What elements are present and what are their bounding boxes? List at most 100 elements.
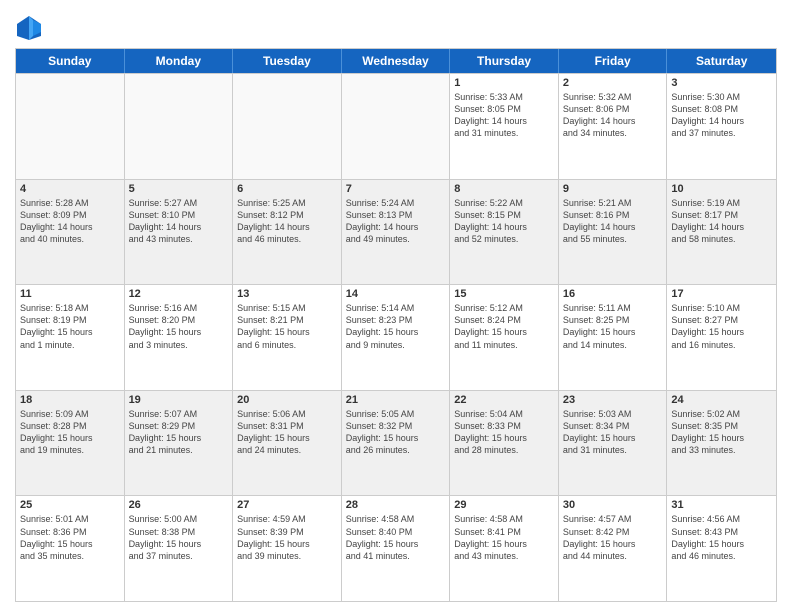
day-info: Sunrise: 5:19 AM Sunset: 8:17 PM Dayligh… <box>671 197 772 246</box>
calendar-cell: 20Sunrise: 5:06 AM Sunset: 8:31 PM Dayli… <box>233 391 342 496</box>
calendar-row: 4 Sunrise: 5:28 AM Sunset: 8:09 PM Daylig… <box>16 179 776 285</box>
calendar-cell: 5 Sunrise: 5:27 AM Sunset: 8:10 PM Daylig… <box>125 180 234 285</box>
calendar-cell: 22Sunrise: 5:04 AM Sunset: 8:33 PM Dayli… <box>450 391 559 496</box>
calendar-cell: 2 Sunrise: 5:32 AM Sunset: 8:06 PM Daylig… <box>559 74 668 179</box>
day-number: 2 <box>563 77 663 89</box>
day-info: Sunrise: 5:07 AM Sunset: 8:29 PM Dayligh… <box>129 408 229 457</box>
day-info: Sunrise: 5:10 AM Sunset: 8:27 PM Dayligh… <box>671 302 772 351</box>
calendar-cell: 18Sunrise: 5:09 AM Sunset: 8:28 PM Dayli… <box>16 391 125 496</box>
day-number: 31 <box>671 499 772 511</box>
day-number: 12 <box>129 288 229 300</box>
day-number: 7 <box>346 183 446 195</box>
day-info: Sunrise: 5:24 AM Sunset: 8:13 PM Dayligh… <box>346 197 446 246</box>
day-info: Sunrise: 5:05 AM Sunset: 8:32 PM Dayligh… <box>346 408 446 457</box>
day-number: 6 <box>237 183 337 195</box>
day-number: 11 <box>20 288 120 300</box>
weekday-header: Thursday <box>450 49 559 73</box>
day-info: Sunrise: 5:12 AM Sunset: 8:24 PM Dayligh… <box>454 302 554 351</box>
day-number: 28 <box>346 499 446 511</box>
day-number: 21 <box>346 394 446 406</box>
calendar-cell: 28 Sunrise: 4:58 AM Sunset: 8:40 PM Dayli… <box>342 496 451 601</box>
calendar-cell: 6 Sunrise: 5:25 AM Sunset: 8:12 PM Daylig… <box>233 180 342 285</box>
calendar-cell: 17Sunrise: 5:10 AM Sunset: 8:27 PM Dayli… <box>667 285 776 390</box>
calendar-cell: 26Sunrise: 5:00 AM Sunset: 8:38 PM Dayli… <box>125 496 234 601</box>
calendar-cell: 9 Sunrise: 5:21 AM Sunset: 8:16 PM Daylig… <box>559 180 668 285</box>
page-header <box>15 10 777 42</box>
weekday-header: Monday <box>125 49 234 73</box>
weekday-header: Tuesday <box>233 49 342 73</box>
day-info: Sunrise: 5:25 AM Sunset: 8:12 PM Dayligh… <box>237 197 337 246</box>
day-number: 15 <box>454 288 554 300</box>
day-number: 16 <box>563 288 663 300</box>
calendar-row: 18Sunrise: 5:09 AM Sunset: 8:28 PM Dayli… <box>16 390 776 496</box>
day-info: Sunrise: 4:56 AM Sunset: 8:43 PM Dayligh… <box>671 513 772 562</box>
calendar-cell: 19Sunrise: 5:07 AM Sunset: 8:29 PM Dayli… <box>125 391 234 496</box>
calendar-cell <box>125 74 234 179</box>
day-info: Sunrise: 5:01 AM Sunset: 8:36 PM Dayligh… <box>20 513 120 562</box>
day-number: 29 <box>454 499 554 511</box>
calendar-cell: 10 Sunrise: 5:19 AM Sunset: 8:17 PM Dayli… <box>667 180 776 285</box>
day-info: Sunrise: 5:18 AM Sunset: 8:19 PM Dayligh… <box>20 302 120 351</box>
calendar-row: 11 Sunrise: 5:18 AM Sunset: 8:19 PM Dayli… <box>16 284 776 390</box>
weekday-header: Sunday <box>16 49 125 73</box>
weekday-header: Friday <box>559 49 668 73</box>
calendar-header: SundayMondayTuesdayWednesdayThursdayFrid… <box>16 49 776 73</box>
logo <box>15 14 46 42</box>
calendar-cell: 30Sunrise: 4:57 AM Sunset: 8:42 PM Dayli… <box>559 496 668 601</box>
day-info: Sunrise: 5:30 AM Sunset: 8:08 PM Dayligh… <box>671 91 772 140</box>
day-number: 27 <box>237 499 337 511</box>
calendar-cell: 21 Sunrise: 5:05 AM Sunset: 8:32 PM Dayli… <box>342 391 451 496</box>
calendar-cell: 23 Sunrise: 5:03 AM Sunset: 8:34 PM Dayli… <box>559 391 668 496</box>
day-info: Sunrise: 5:16 AM Sunset: 8:20 PM Dayligh… <box>129 302 229 351</box>
day-info: Sunrise: 5:03 AM Sunset: 8:34 PM Dayligh… <box>563 408 663 457</box>
weekday-header: Wednesday <box>342 49 451 73</box>
weekday-header: Saturday <box>667 49 776 73</box>
calendar-cell: 29 Sunrise: 4:58 AM Sunset: 8:41 PM Dayli… <box>450 496 559 601</box>
calendar-cell: 14 Sunrise: 5:14 AM Sunset: 8:23 PM Dayli… <box>342 285 451 390</box>
day-info: Sunrise: 4:58 AM Sunset: 8:40 PM Dayligh… <box>346 513 446 562</box>
logo-icon <box>15 14 43 42</box>
day-number: 9 <box>563 183 663 195</box>
calendar-cell <box>342 74 451 179</box>
day-info: Sunrise: 5:27 AM Sunset: 8:10 PM Dayligh… <box>129 197 229 246</box>
day-info: Sunrise: 4:57 AM Sunset: 8:42 PM Dayligh… <box>563 513 663 562</box>
calendar-cell: 1Sunrise: 5:33 AM Sunset: 8:05 PM Daylig… <box>450 74 559 179</box>
day-number: 4 <box>20 183 120 195</box>
day-number: 3 <box>671 77 772 89</box>
day-number: 10 <box>671 183 772 195</box>
calendar-cell: 16 Sunrise: 5:11 AM Sunset: 8:25 PM Dayli… <box>559 285 668 390</box>
day-number: 22 <box>454 394 554 406</box>
calendar-cell <box>233 74 342 179</box>
day-info: Sunrise: 5:32 AM Sunset: 8:06 PM Dayligh… <box>563 91 663 140</box>
calendar-cell: 31 Sunrise: 4:56 AM Sunset: 8:43 PM Dayli… <box>667 496 776 601</box>
calendar-cell: 12 Sunrise: 5:16 AM Sunset: 8:20 PM Dayli… <box>125 285 234 390</box>
day-number: 5 <box>129 183 229 195</box>
calendar: SundayMondayTuesdayWednesdayThursdayFrid… <box>15 48 777 602</box>
day-info: Sunrise: 5:06 AM Sunset: 8:31 PM Dayligh… <box>237 408 337 457</box>
day-info: Sunrise: 5:14 AM Sunset: 8:23 PM Dayligh… <box>346 302 446 351</box>
calendar-cell: 27Sunrise: 4:59 AM Sunset: 8:39 PM Dayli… <box>233 496 342 601</box>
calendar-body: 1Sunrise: 5:33 AM Sunset: 8:05 PM Daylig… <box>16 73 776 601</box>
day-info: Sunrise: 5:09 AM Sunset: 8:28 PM Dayligh… <box>20 408 120 457</box>
day-number: 24 <box>671 394 772 406</box>
calendar-cell: 8 Sunrise: 5:22 AM Sunset: 8:15 PM Daylig… <box>450 180 559 285</box>
calendar-cell <box>16 74 125 179</box>
day-number: 14 <box>346 288 446 300</box>
day-info: Sunrise: 4:58 AM Sunset: 8:41 PM Dayligh… <box>454 513 554 562</box>
day-info: Sunrise: 5:11 AM Sunset: 8:25 PM Dayligh… <box>563 302 663 351</box>
calendar-row: 25Sunrise: 5:01 AM Sunset: 8:36 PM Dayli… <box>16 495 776 601</box>
calendar-cell: 4 Sunrise: 5:28 AM Sunset: 8:09 PM Daylig… <box>16 180 125 285</box>
day-info: Sunrise: 5:21 AM Sunset: 8:16 PM Dayligh… <box>563 197 663 246</box>
day-info: Sunrise: 5:28 AM Sunset: 8:09 PM Dayligh… <box>20 197 120 246</box>
calendar-cell: 15 Sunrise: 5:12 AM Sunset: 8:24 PM Dayli… <box>450 285 559 390</box>
calendar-cell: 7 Sunrise: 5:24 AM Sunset: 8:13 PM Daylig… <box>342 180 451 285</box>
day-info: Sunrise: 5:15 AM Sunset: 8:21 PM Dayligh… <box>237 302 337 351</box>
day-number: 8 <box>454 183 554 195</box>
calendar-cell: 13 Sunrise: 5:15 AM Sunset: 8:21 PM Dayli… <box>233 285 342 390</box>
calendar-cell: 3 Sunrise: 5:30 AM Sunset: 8:08 PM Daylig… <box>667 74 776 179</box>
calendar-cell: 24Sunrise: 5:02 AM Sunset: 8:35 PM Dayli… <box>667 391 776 496</box>
day-info: Sunrise: 5:22 AM Sunset: 8:15 PM Dayligh… <box>454 197 554 246</box>
day-number: 13 <box>237 288 337 300</box>
day-number: 23 <box>563 394 663 406</box>
calendar-cell: 11 Sunrise: 5:18 AM Sunset: 8:19 PM Dayli… <box>16 285 125 390</box>
